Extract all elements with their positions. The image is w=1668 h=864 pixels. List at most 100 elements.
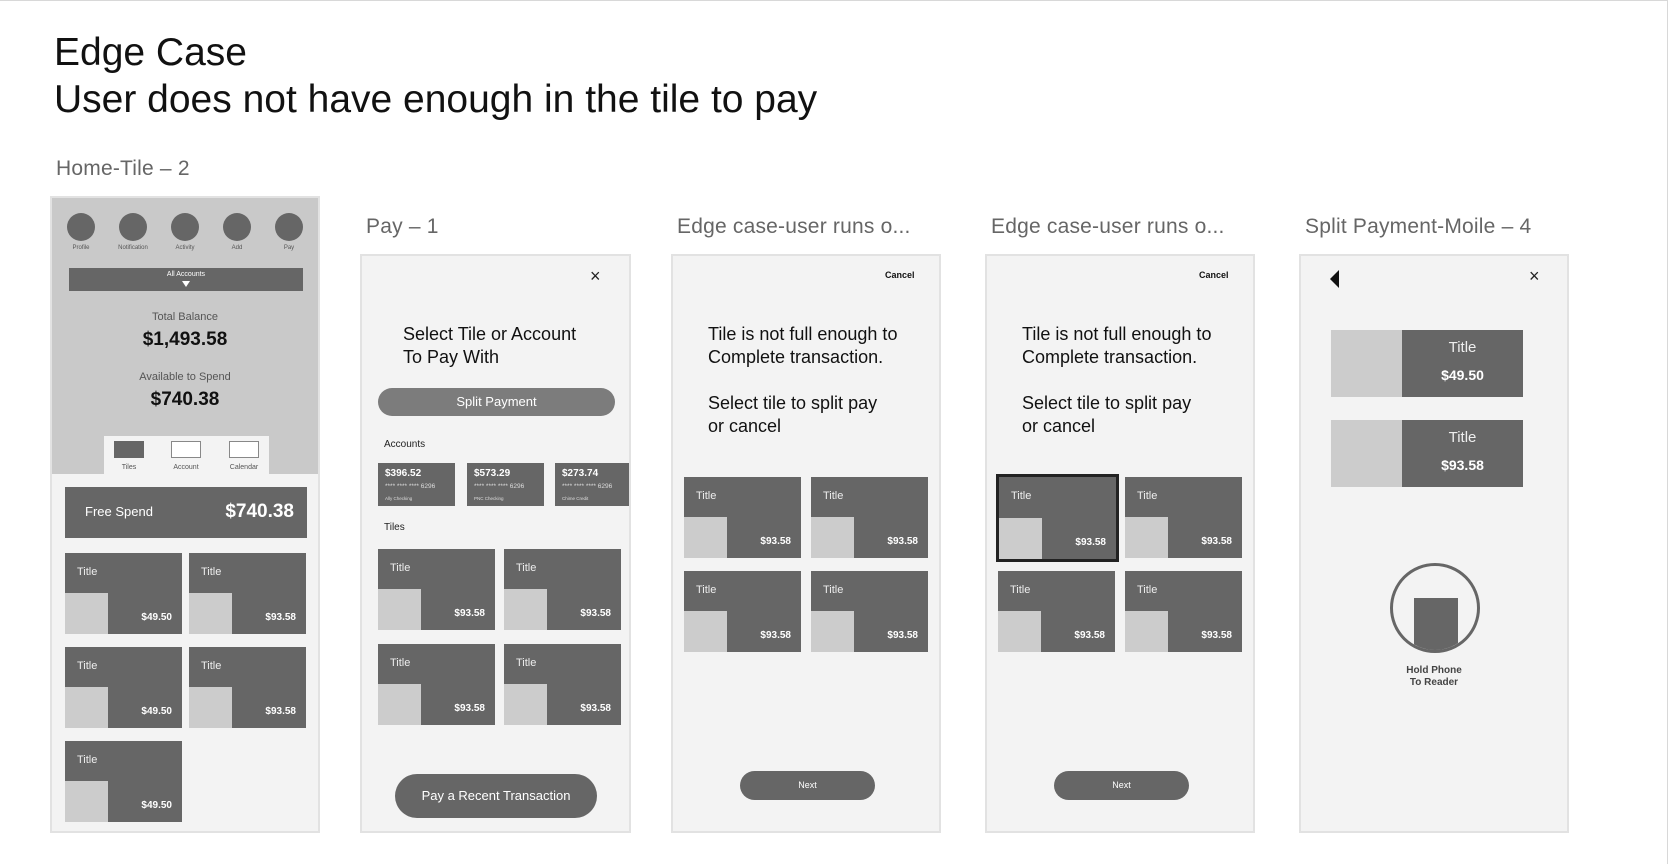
edge-message-spacer xyxy=(708,369,897,392)
hold-phone-line1: Hold Phone xyxy=(1406,665,1462,676)
edge-message-line2: Complete transaction. xyxy=(708,347,884,367)
tile-title: Title xyxy=(696,490,717,502)
close-icon[interactable]: × xyxy=(1529,266,1540,287)
edge-message-line3: Select tile to split pay xyxy=(708,393,878,413)
account-number: **** **** **** 6296 xyxy=(474,483,525,490)
pay-heading-line1: Select Tile or Account xyxy=(403,324,577,344)
tile-amount: $93.58 xyxy=(454,703,485,714)
hold-phone-line2: To Reader xyxy=(1409,677,1459,688)
account-number: **** **** **** 6296 xyxy=(385,483,436,490)
pay-icon[interactable] xyxy=(275,213,303,241)
tile-title: Title xyxy=(201,660,222,672)
tile[interactable]: Title $49.50 xyxy=(65,553,182,634)
free-spend-value: $740.38 xyxy=(225,501,294,522)
tile[interactable]: Title $49.50 xyxy=(65,647,182,728)
tile[interactable]: Title $93.58 xyxy=(684,477,801,558)
tap-to-pay-icon xyxy=(1390,563,1480,653)
split-tile[interactable]: Title $49.50 xyxy=(1331,330,1523,397)
tile-title: Title xyxy=(1011,490,1032,502)
activity-icon[interactable] xyxy=(171,213,199,241)
tile-thumbnail xyxy=(1125,517,1168,558)
view-tabs: Tiles Account Calendar xyxy=(104,436,269,474)
edge-message-line1: Tile is not full enough to xyxy=(1022,324,1212,344)
tile-amount: $49.50 xyxy=(141,612,172,623)
tile[interactable]: Title $93.58 xyxy=(1125,477,1242,558)
account-card[interactable]: $396.52 **** **** **** 6296 Ally Checkin… xyxy=(378,463,455,506)
next-button[interactable]: Next xyxy=(740,771,875,800)
notification-icon[interactable] xyxy=(119,213,147,241)
split-tile-thumbnail xyxy=(1331,420,1402,487)
tile-title: Title xyxy=(390,562,411,574)
tile-title: Title xyxy=(77,660,98,672)
artboard-split: × Title $49.50 Title $93.58 Hold Phone T… xyxy=(1299,254,1569,833)
tab-calendar-icon[interactable] xyxy=(229,441,259,458)
edge-message-line1: Tile is not full enough to xyxy=(708,324,898,344)
account-number: **** **** **** 6296 xyxy=(562,483,613,490)
free-spend-label: Free Spend xyxy=(85,504,153,519)
tile-title: Title xyxy=(696,584,717,596)
tile-title: Title xyxy=(516,562,537,574)
tile-amount: $93.58 xyxy=(580,608,611,619)
tab-account-icon[interactable] xyxy=(171,441,201,458)
tile[interactable]: Title $49.50 xyxy=(65,741,182,822)
next-button[interactable]: Next xyxy=(1054,771,1189,800)
pay-recent-transaction-button[interactable]: Pay a Recent Transaction xyxy=(395,774,597,818)
nav-label-pay: Pay xyxy=(283,245,295,251)
tile[interactable]: Title $93.58 xyxy=(504,644,621,725)
tile-title: Title xyxy=(1137,490,1158,502)
split-tile[interactable]: Title $93.58 xyxy=(1331,420,1523,487)
back-arrow-icon[interactable] xyxy=(1330,270,1339,288)
split-tile-title: Title xyxy=(1448,339,1477,356)
tab-tiles-icon[interactable] xyxy=(114,441,144,458)
tile[interactable]: Title $93.58 xyxy=(811,477,928,558)
split-payment-button[interactable]: Split Payment xyxy=(378,388,615,416)
page-title: Edge Case xyxy=(54,31,247,74)
edge-message: Tile is not full enough to Complete tran… xyxy=(708,323,897,438)
close-icon[interactable]: × xyxy=(590,266,601,287)
tile-title: Title xyxy=(516,657,537,669)
account-balance: $573.29 xyxy=(474,468,511,479)
tile-thumbnail xyxy=(65,687,108,728)
tile-amount: $93.58 xyxy=(1075,537,1106,548)
free-spend-card[interactable]: Free Spend $740.38 xyxy=(65,487,307,538)
edge-message-line4: or cancel xyxy=(708,416,782,436)
tile-selected[interactable]: Title $93.58 xyxy=(996,474,1119,562)
tile-thumbnail xyxy=(504,684,547,725)
tile-thumbnail xyxy=(504,589,547,630)
tile[interactable]: Title $93.58 xyxy=(378,549,495,630)
pay-heading-line2: To Pay With xyxy=(403,347,500,367)
hold-phone-text: Hold Phone To Reader xyxy=(1301,665,1567,689)
split-tile-thumbnail xyxy=(1331,330,1402,397)
tile-amount: $93.58 xyxy=(760,630,791,641)
accounts-dropdown[interactable]: All Accounts xyxy=(69,268,303,291)
tile[interactable]: Title $93.58 xyxy=(684,571,801,652)
account-card[interactable]: $573.29 **** **** **** 6296 PNC Checking xyxy=(467,463,544,506)
split-tile-amount: $93.58 xyxy=(1441,457,1484,473)
add-icon[interactable] xyxy=(223,213,251,241)
account-name: Ally Checking xyxy=(385,496,413,501)
accounts-heading: Accounts xyxy=(384,439,426,450)
tile[interactable]: Title $93.58 xyxy=(998,571,1115,652)
tile-thumbnail xyxy=(65,781,108,822)
tile[interactable]: Title $93.58 xyxy=(504,549,621,630)
profile-icon[interactable] xyxy=(67,213,95,241)
tile-amount: $93.58 xyxy=(1074,630,1105,641)
tile[interactable]: Title $93.58 xyxy=(378,644,495,725)
cancel-button[interactable]: Cancel xyxy=(885,270,915,280)
tile[interactable]: Title $93.58 xyxy=(189,647,306,728)
tile-title: Title xyxy=(823,490,844,502)
pay-heading: Select Tile or Account To Pay With xyxy=(403,323,576,369)
tile-thumbnail xyxy=(189,687,232,728)
tile[interactable]: Title $93.58 xyxy=(811,571,928,652)
cancel-button[interactable]: Cancel xyxy=(1199,270,1229,280)
tile-thumbnail xyxy=(684,517,727,558)
tiles-heading: Tiles xyxy=(384,522,405,533)
phone-shape xyxy=(1414,598,1458,650)
tile[interactable]: Title $93.58 xyxy=(189,553,306,634)
tile-amount: $93.58 xyxy=(1201,630,1232,641)
tile-title: Title xyxy=(77,566,98,578)
account-card[interactable]: $273.74 **** **** **** 6296 Chime Credit xyxy=(555,463,629,506)
accounts-dropdown-label: All Accounts xyxy=(166,271,206,278)
total-balance-label: Total Balance xyxy=(151,311,219,323)
tile[interactable]: Title $93.58 xyxy=(1125,571,1242,652)
